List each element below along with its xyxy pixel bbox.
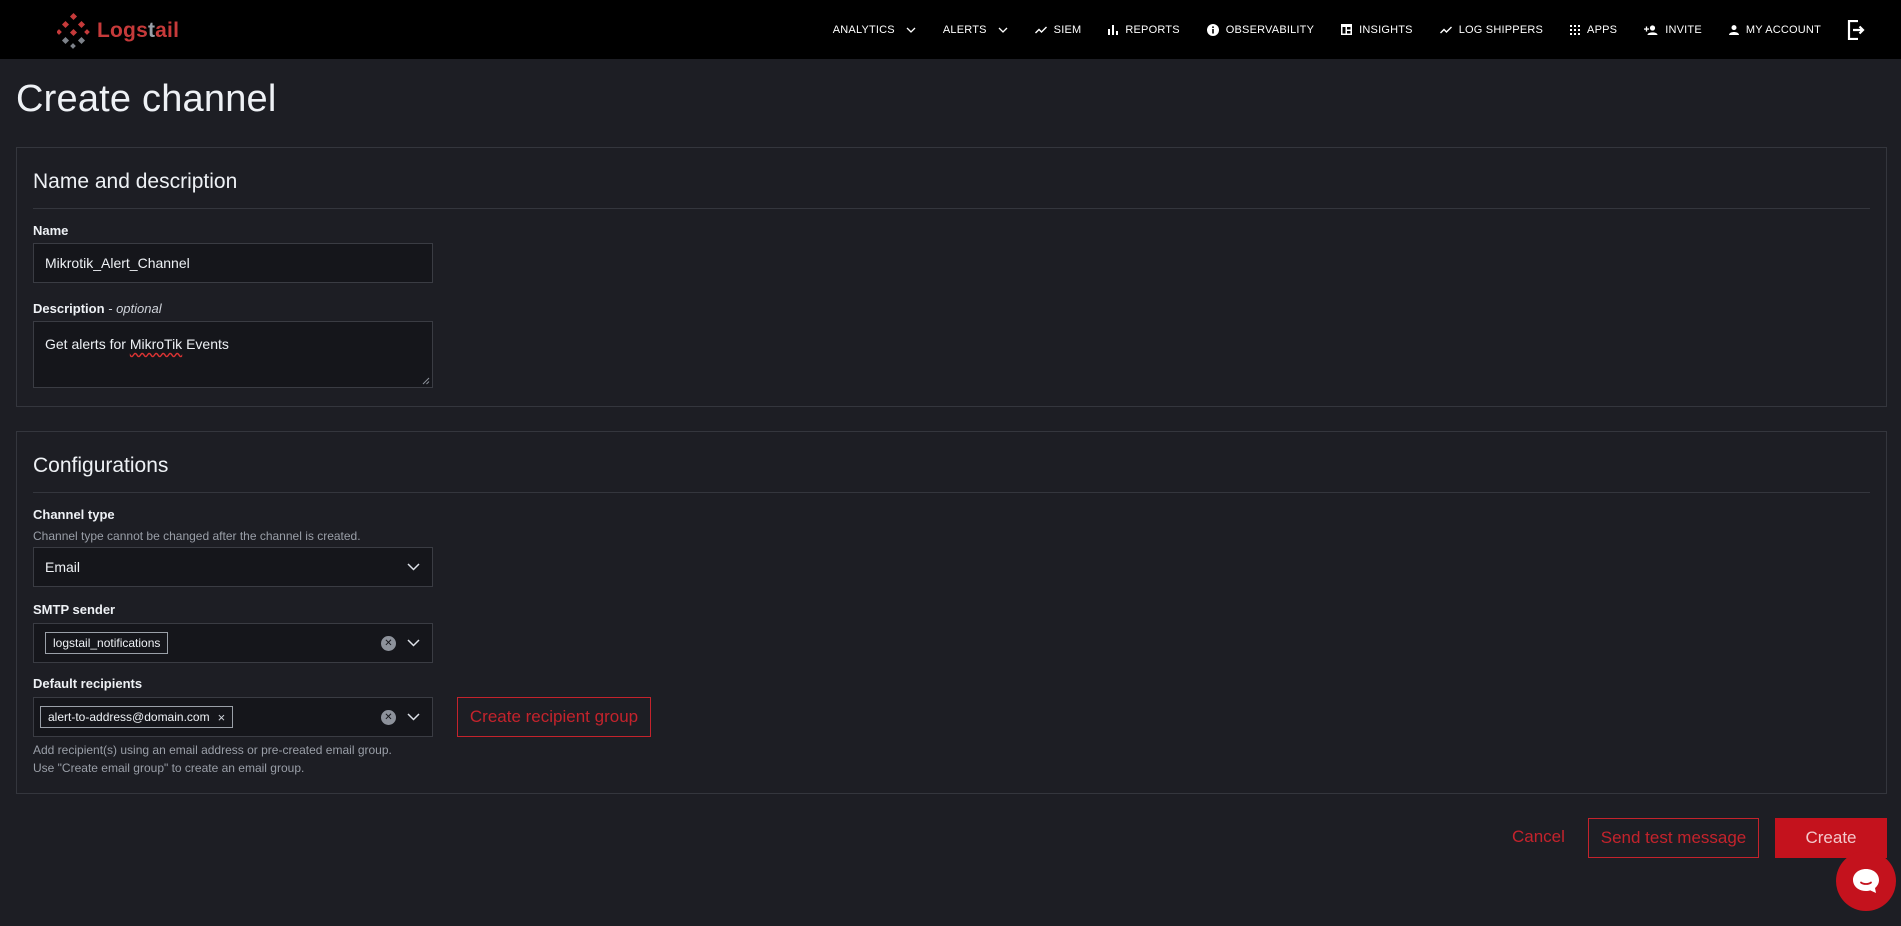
chat-bubble-icon [1853, 869, 1879, 893]
page-title: Create channel [16, 78, 277, 120]
chevron-down-icon [906, 27, 916, 33]
info-circle-icon [1206, 23, 1219, 36]
smtp-sender-label: SMTP sender [33, 602, 116, 617]
nav-my-account-label: MY ACCOUNT [1745, 23, 1821, 36]
nav-analytics-label: ANALYTICS [832, 23, 895, 36]
channel-type-help: Channel type cannot be changed after the… [33, 529, 361, 543]
channel-type-select[interactable]: Email [33, 547, 433, 587]
nav-siem[interactable]: SIEM [1034, 0, 1082, 59]
nav-log-shippers[interactable]: LOG SHIPPERS [1439, 0, 1544, 59]
recipients-help: Add recipient(s) using an email address … [33, 743, 392, 775]
logout-icon [1847, 19, 1865, 40]
description-label: Description - optional [33, 301, 162, 316]
section-divider [33, 208, 1870, 209]
grid-icon [1570, 24, 1581, 35]
clear-icon[interactable]: ✕ [381, 709, 396, 725]
person-icon [1728, 24, 1739, 35]
name-input-value: Mikrotik_Alert_Channel [45, 255, 190, 271]
nav-my-account[interactable]: MY ACCOUNT [1728, 0, 1821, 59]
name-description-panel: Name and description Name Mikrotik_Alert… [16, 147, 1887, 407]
main-nav: ANALYTICS ALERTS SIEM REPORTS OBSERVABIL… [806, 0, 1865, 59]
nav-reports[interactable]: REPORTS [1108, 0, 1180, 59]
bar-chart-icon [1108, 24, 1119, 35]
nav-invite-label: INVITE [1665, 23, 1702, 36]
name-label: Name [33, 223, 69, 238]
description-value: Get alerts for MikroTik Events [45, 336, 229, 352]
nav-insights[interactable]: INSIGHTS [1341, 0, 1413, 59]
chevron-down-icon[interactable] [407, 639, 420, 647]
recipient-chip-label: alert-to-address@domain.com [48, 710, 210, 724]
name-input[interactable]: Mikrotik_Alert_Channel [33, 243, 433, 283]
optional-hint: - optional [104, 301, 162, 316]
channel-type-value: Email [45, 559, 81, 575]
nav-analytics[interactable]: ANALYTICS [833, 0, 916, 59]
nav-observability-label: OBSERVABILITY [1225, 23, 1315, 36]
create-recipient-group-button[interactable]: Create recipient group [457, 697, 651, 737]
top-navigation-bar: Logstail ANALYTICS ALERTS SIEM REPORTS O… [0, 0, 1901, 59]
chat-widget-button[interactable] [1836, 851, 1896, 911]
smtp-sender-combobox[interactable]: logstail_notifications ✕ [33, 623, 433, 663]
trend-line-icon [1439, 26, 1452, 33]
logo-mark-icon [57, 12, 90, 49]
remove-recipient-icon[interactable]: × [218, 710, 226, 725]
clear-icon[interactable]: ✕ [381, 635, 396, 651]
nav-insights-label: INSIGHTS [1359, 23, 1413, 36]
chevron-down-icon [407, 563, 420, 571]
section-divider [33, 492, 1870, 493]
smtp-sender-chip: logstail_notifications [45, 632, 169, 654]
chevron-down-icon[interactable] [407, 713, 420, 721]
nav-siem-label: SIEM [1053, 23, 1082, 36]
description-textarea[interactable]: Get alerts for MikroTik Events [33, 321, 433, 388]
default-recipients-label: Default recipients [33, 676, 143, 691]
configurations-panel: Configurations Channel type Channel type… [16, 431, 1887, 794]
logstail-logo[interactable]: Logstail [57, 12, 179, 50]
name-section-heading: Name and description [33, 170, 238, 193]
nav-alerts[interactable]: ALERTS [943, 0, 1008, 59]
send-test-message-button[interactable]: Send test message [1588, 818, 1759, 858]
logout-button[interactable] [1847, 0, 1865, 59]
channel-type-label: Channel type [33, 507, 115, 522]
default-recipients-combobox[interactable]: alert-to-address@domain.com × ✕ [33, 697, 433, 737]
recipient-chip: alert-to-address@domain.com × [40, 706, 234, 728]
nav-invite[interactable]: INVITE [1644, 0, 1702, 59]
nav-log-shippers-label: LOG SHIPPERS [1458, 23, 1544, 36]
nav-reports-label: REPORTS [1125, 23, 1180, 36]
nav-apps-label: APPS [1587, 23, 1618, 36]
trend-line-icon [1034, 26, 1047, 33]
add-person-icon [1644, 24, 1658, 35]
dashboard-icon [1341, 24, 1353, 35]
chevron-down-icon [998, 27, 1008, 33]
cancel-button[interactable]: Cancel [1512, 827, 1565, 847]
config-section-heading: Configurations [33, 454, 169, 477]
nav-apps[interactable]: APPS [1570, 0, 1617, 59]
nav-alerts-label: ALERTS [942, 23, 987, 36]
resize-handle-icon[interactable] [422, 377, 430, 385]
logo-wordmark: Logstail [97, 19, 180, 42]
nav-observability[interactable]: OBSERVABILITY [1206, 0, 1315, 59]
